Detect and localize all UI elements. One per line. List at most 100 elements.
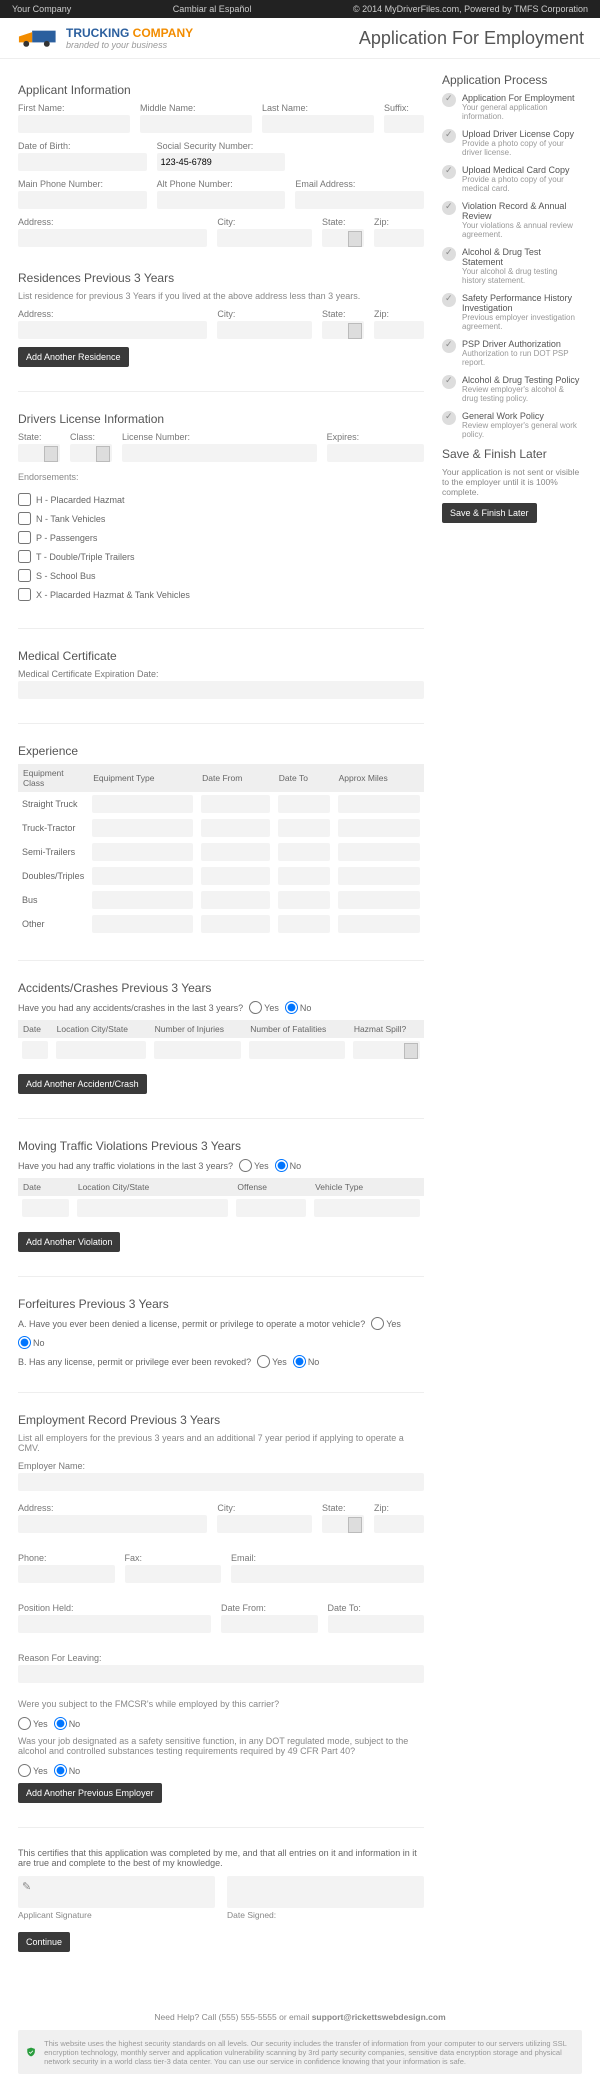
state-select[interactable] [322,229,364,247]
emp-to-input[interactable] [328,1615,425,1633]
accidents-yes[interactable]: Yes [249,1001,279,1014]
emp-q1-yes[interactable]: Yes [18,1717,48,1730]
lic-state-select[interactable] [18,444,60,462]
exp-cell-input[interactable] [92,843,193,861]
sidebar-step[interactable]: Alcohol & Drug Test StatementYour alcoho… [442,247,582,285]
exp-cell-input[interactable] [338,915,420,933]
endorsement-item[interactable]: N - Tank Vehicles [18,509,424,528]
emp-fax-input[interactable] [125,1565,222,1583]
middle-name-input[interactable] [140,115,252,133]
res-city-input[interactable] [217,321,312,339]
acc-cell-input[interactable] [22,1041,48,1059]
lic-class-select[interactable] [70,444,112,462]
add-residence-button[interactable]: Add Another Residence [18,347,129,367]
exp-cell-input[interactable] [278,867,330,885]
emp-from-input[interactable] [221,1615,318,1633]
lic-expires-input[interactable] [327,444,424,462]
accidents-no[interactable]: No [285,1001,312,1014]
sidebar-step[interactable]: PSP Driver AuthorizationAuthorization to… [442,339,582,367]
exp-cell-input[interactable] [92,795,193,813]
exp-cell-input[interactable] [201,867,270,885]
vio-cell-input[interactable] [236,1199,306,1217]
zip-input[interactable] [374,229,424,247]
vio-cell-input[interactable] [77,1199,229,1217]
signature-pad[interactable]: ✎ [18,1876,215,1908]
add-accident-button[interactable]: Add Another Accident/Crash [18,1074,147,1094]
violations-yes[interactable]: Yes [239,1159,269,1172]
exp-cell-input[interactable] [201,891,270,909]
emp-phone-input[interactable] [18,1565,115,1583]
emp-zip-input[interactable] [374,1515,424,1533]
endorsement-item[interactable]: H - Placarded Hazmat [18,490,424,509]
last-name-input[interactable] [262,115,374,133]
exp-cell-input[interactable] [201,819,270,837]
violations-no[interactable]: No [275,1159,302,1172]
emp-city-input[interactable] [217,1515,312,1533]
exp-cell-input[interactable] [338,819,420,837]
exp-cell-input[interactable] [278,891,330,909]
vio-cell-input[interactable] [314,1199,420,1217]
email-input[interactable] [295,191,424,209]
med-exp-input[interactable] [18,681,424,699]
alt-phone-input[interactable] [157,191,286,209]
endorsement-item[interactable]: P - Passengers [18,528,424,547]
endorsement-item[interactable]: S - School Bus [18,566,424,585]
exp-cell-input[interactable] [92,867,193,885]
exp-cell-input[interactable] [201,795,270,813]
acc-cell-input[interactable] [56,1041,146,1059]
emp-reason-input[interactable] [18,1665,424,1683]
sidebar-step[interactable]: Application For EmploymentYour general a… [442,93,582,121]
continue-button[interactable]: Continue [18,1932,70,1952]
suffix-input[interactable] [384,115,424,133]
dob-input[interactable] [18,153,147,171]
exp-cell-input[interactable] [338,795,420,813]
forf-a-yes[interactable]: Yes [371,1317,401,1330]
exp-cell-input[interactable] [278,915,330,933]
exp-cell-input[interactable] [338,843,420,861]
exp-cell-input[interactable] [278,819,330,837]
save-later-button[interactable]: Save & Finish Later [442,503,537,523]
emp-position-input[interactable] [18,1615,211,1633]
emp-q1-no[interactable]: No [54,1717,81,1730]
emp-address-input[interactable] [18,1515,207,1533]
res-address-input[interactable] [18,321,207,339]
emp-email-input[interactable] [231,1565,424,1583]
date-signed-pad[interactable] [227,1876,424,1908]
exp-cell-input[interactable] [92,819,193,837]
exp-cell-input[interactable] [201,843,270,861]
forf-b-no[interactable]: No [293,1355,320,1368]
sidebar-step[interactable]: Safety Performance History Investigation… [442,293,582,331]
forf-b-yes[interactable]: Yes [257,1355,287,1368]
exp-cell-input[interactable] [278,843,330,861]
forf-a-no[interactable]: No [18,1336,45,1349]
hazmat-select[interactable] [353,1041,420,1059]
address-input[interactable] [18,229,207,247]
res-state-select[interactable] [322,321,364,339]
emp-state-select[interactable] [322,1515,364,1533]
endorsement-item[interactable]: X - Placarded Hazmat & Tank Vehicles [18,585,424,604]
city-input[interactable] [217,229,312,247]
main-phone-input[interactable] [18,191,147,209]
acc-cell-input[interactable] [249,1041,345,1059]
sidebar-step[interactable]: Violation Record & Annual ReviewYour vio… [442,201,582,239]
res-zip-input[interactable] [374,321,424,339]
sidebar-step[interactable]: Upload Driver License CopyProvide a phot… [442,129,582,157]
emp-q2-no[interactable]: No [54,1764,81,1777]
exp-cell-input[interactable] [338,867,420,885]
exp-cell-input[interactable] [201,915,270,933]
exp-cell-input[interactable] [92,891,193,909]
first-name-input[interactable] [18,115,130,133]
support-email[interactable]: support@rickettswebdesign.com [312,2012,446,2022]
endorsement-item[interactable]: T - Double/Triple Trailers [18,547,424,566]
add-violation-button[interactable]: Add Another Violation [18,1232,120,1252]
sidebar-step[interactable]: General Work PolicyReview employer's gen… [442,411,582,439]
exp-cell-input[interactable] [92,915,193,933]
sidebar-step[interactable]: Alcohol & Drug Testing PolicyReview empl… [442,375,582,403]
exp-cell-input[interactable] [278,795,330,813]
add-employer-button[interactable]: Add Another Previous Employer [18,1783,162,1803]
sidebar-step[interactable]: Upload Medical Card CopyProvide a photo … [442,165,582,193]
acc-cell-input[interactable] [154,1041,242,1059]
lic-number-input[interactable] [122,444,317,462]
emp-name-input[interactable] [18,1473,424,1491]
ssn-input[interactable] [157,153,286,171]
